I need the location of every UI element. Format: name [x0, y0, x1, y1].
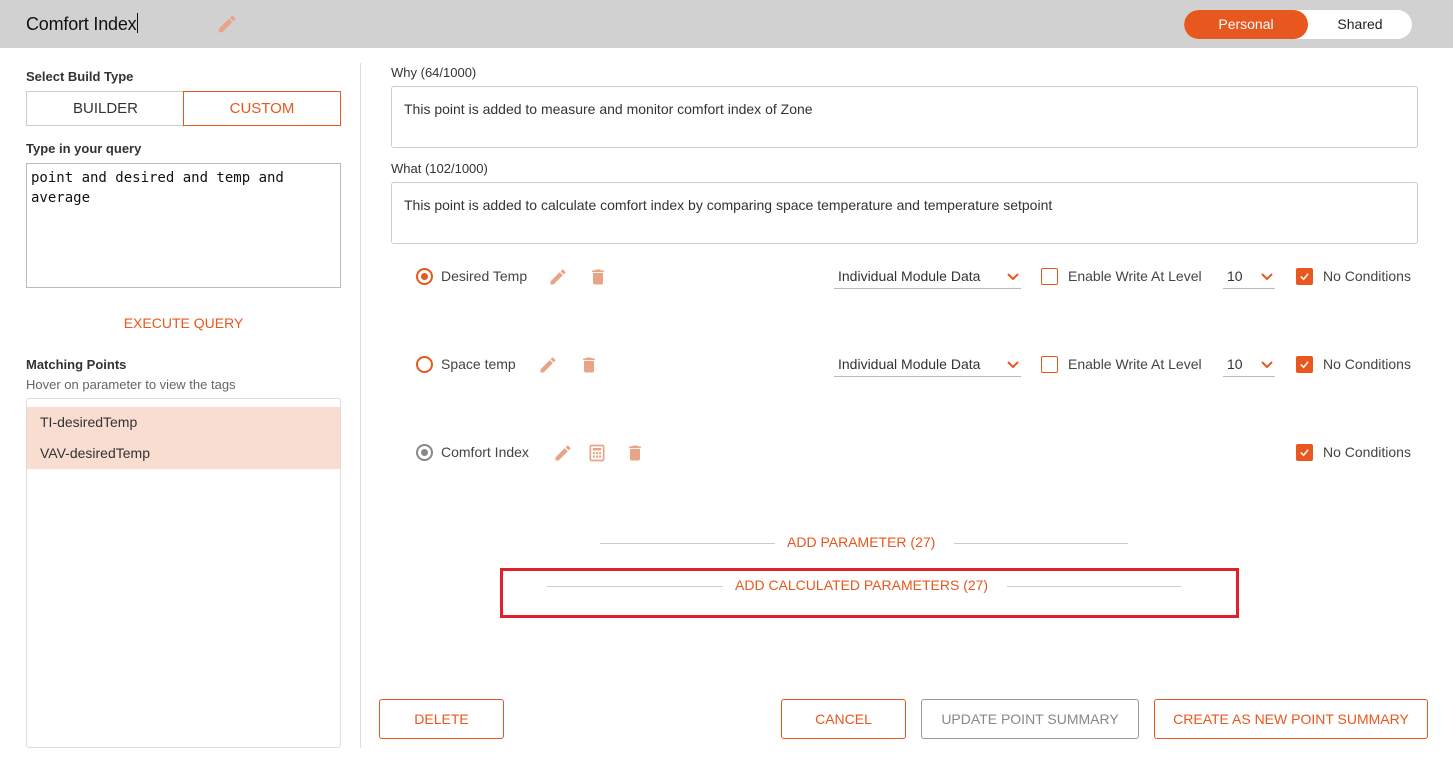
why-field[interactable]: This point is added to measure and monit…: [391, 86, 1418, 148]
build-type-selector: BUILDER CUSTOM: [26, 91, 341, 126]
enable-write-label: Enable Write At Level: [1068, 356, 1202, 372]
visibility-toggle: Personal Shared: [1184, 10, 1412, 39]
text-caret: [137, 13, 139, 33]
execute-query-button[interactable]: EXECUTE QUERY: [26, 315, 341, 331]
builder-button[interactable]: BUILDER: [26, 91, 184, 126]
data-source-select[interactable]: Individual Module Data: [834, 353, 1021, 377]
write-level-select[interactable]: 10: [1223, 265, 1275, 289]
no-conditions-checkbox[interactable]: [1296, 356, 1313, 373]
no-conditions-label: No Conditions: [1323, 444, 1411, 460]
pencil-icon[interactable]: [553, 443, 573, 463]
divider-line: [600, 543, 775, 544]
matching-points-label: Matching Points: [26, 357, 127, 372]
create-new-point-summary-button[interactable]: CREATE AS NEW POINT SUMMARY: [1154, 699, 1428, 739]
chevron-down-icon: [1261, 273, 1273, 281]
pencil-icon[interactable]: [216, 13, 238, 35]
add-parameter-row: ADD PARAMETER (27): [600, 534, 1128, 554]
delete-button[interactable]: DELETE: [379, 699, 504, 739]
divider-line: [954, 543, 1128, 544]
no-conditions-checkbox[interactable]: [1296, 444, 1313, 461]
enable-write-label: Enable Write At Level: [1068, 268, 1202, 284]
build-type-label: Select Build Type: [26, 69, 134, 84]
no-conditions-label: No Conditions: [1323, 356, 1411, 372]
parameter-radio[interactable]: [416, 444, 433, 461]
write-level-select[interactable]: 10: [1223, 353, 1275, 377]
divider-line: [1007, 586, 1181, 587]
point-title[interactable]: Comfort Index: [26, 13, 139, 35]
parameter-row: Space temp Individual Module Data Enable…: [416, 353, 1418, 377]
parameter-radio[interactable]: [416, 356, 433, 373]
custom-button[interactable]: CUSTOM: [183, 91, 341, 126]
no-conditions-label: No Conditions: [1323, 268, 1411, 284]
data-source-select[interactable]: Individual Module Data: [834, 265, 1021, 289]
matching-points-hint: Hover on parameter to view the tags: [26, 377, 236, 392]
chevron-down-icon: [1007, 273, 1019, 281]
toggle-personal[interactable]: Personal: [1184, 10, 1308, 39]
add-parameter-button[interactable]: ADD PARAMETER (27): [787, 534, 935, 550]
parameter-row: Comfort Index No Conditions: [416, 441, 1418, 465]
pencil-icon[interactable]: [548, 267, 568, 287]
cancel-button[interactable]: CANCEL: [781, 699, 906, 739]
chevron-down-icon: [1007, 361, 1019, 369]
add-calculated-parameters-button[interactable]: ADD CALCULATED PARAMETERS (27): [735, 577, 988, 593]
toggle-shared[interactable]: Shared: [1308, 10, 1412, 39]
divider-line: [547, 586, 723, 587]
check-icon: [1300, 361, 1309, 369]
enable-write-checkbox[interactable]: [1041, 356, 1058, 373]
trash-icon[interactable]: [588, 267, 608, 287]
what-label: What (102/1000): [391, 161, 488, 176]
trash-icon[interactable]: [625, 443, 645, 463]
parameter-name: Comfort Index: [441, 444, 529, 460]
list-item[interactable]: VAV-desiredTemp: [27, 438, 340, 469]
add-calculated-row: ADD CALCULATED PARAMETERS (27): [547, 577, 1181, 597]
check-icon: [1300, 273, 1309, 281]
panel-divider: [360, 63, 361, 748]
query-label: Type in your query: [26, 141, 142, 156]
no-conditions-checkbox[interactable]: [1296, 268, 1313, 285]
chevron-down-icon: [1261, 361, 1273, 369]
enable-write-checkbox[interactable]: [1041, 268, 1058, 285]
parameter-name: Space temp: [441, 356, 516, 372]
calculator-icon[interactable]: [587, 443, 607, 463]
parameter-row: Desired Temp Individual Module Data Enab…: [416, 265, 1418, 289]
matching-points-list: TI-desiredTemp VAV-desiredTemp: [26, 398, 341, 748]
list-item[interactable]: TI-desiredTemp: [27, 407, 340, 438]
trash-icon[interactable]: [579, 355, 599, 375]
pencil-icon[interactable]: [538, 355, 558, 375]
parameter-name: Desired Temp: [441, 268, 528, 284]
why-label: Why (64/1000): [391, 65, 477, 80]
parameter-radio[interactable]: [416, 268, 433, 285]
check-icon: [1300, 449, 1309, 457]
query-input[interactable]: point and desired and temp and average: [26, 163, 341, 288]
what-field[interactable]: This point is added to calculate comfort…: [391, 182, 1418, 244]
top-bar: Comfort Index Personal Shared: [0, 0, 1453, 48]
update-point-summary-button[interactable]: UPDATE POINT SUMMARY: [921, 699, 1139, 739]
